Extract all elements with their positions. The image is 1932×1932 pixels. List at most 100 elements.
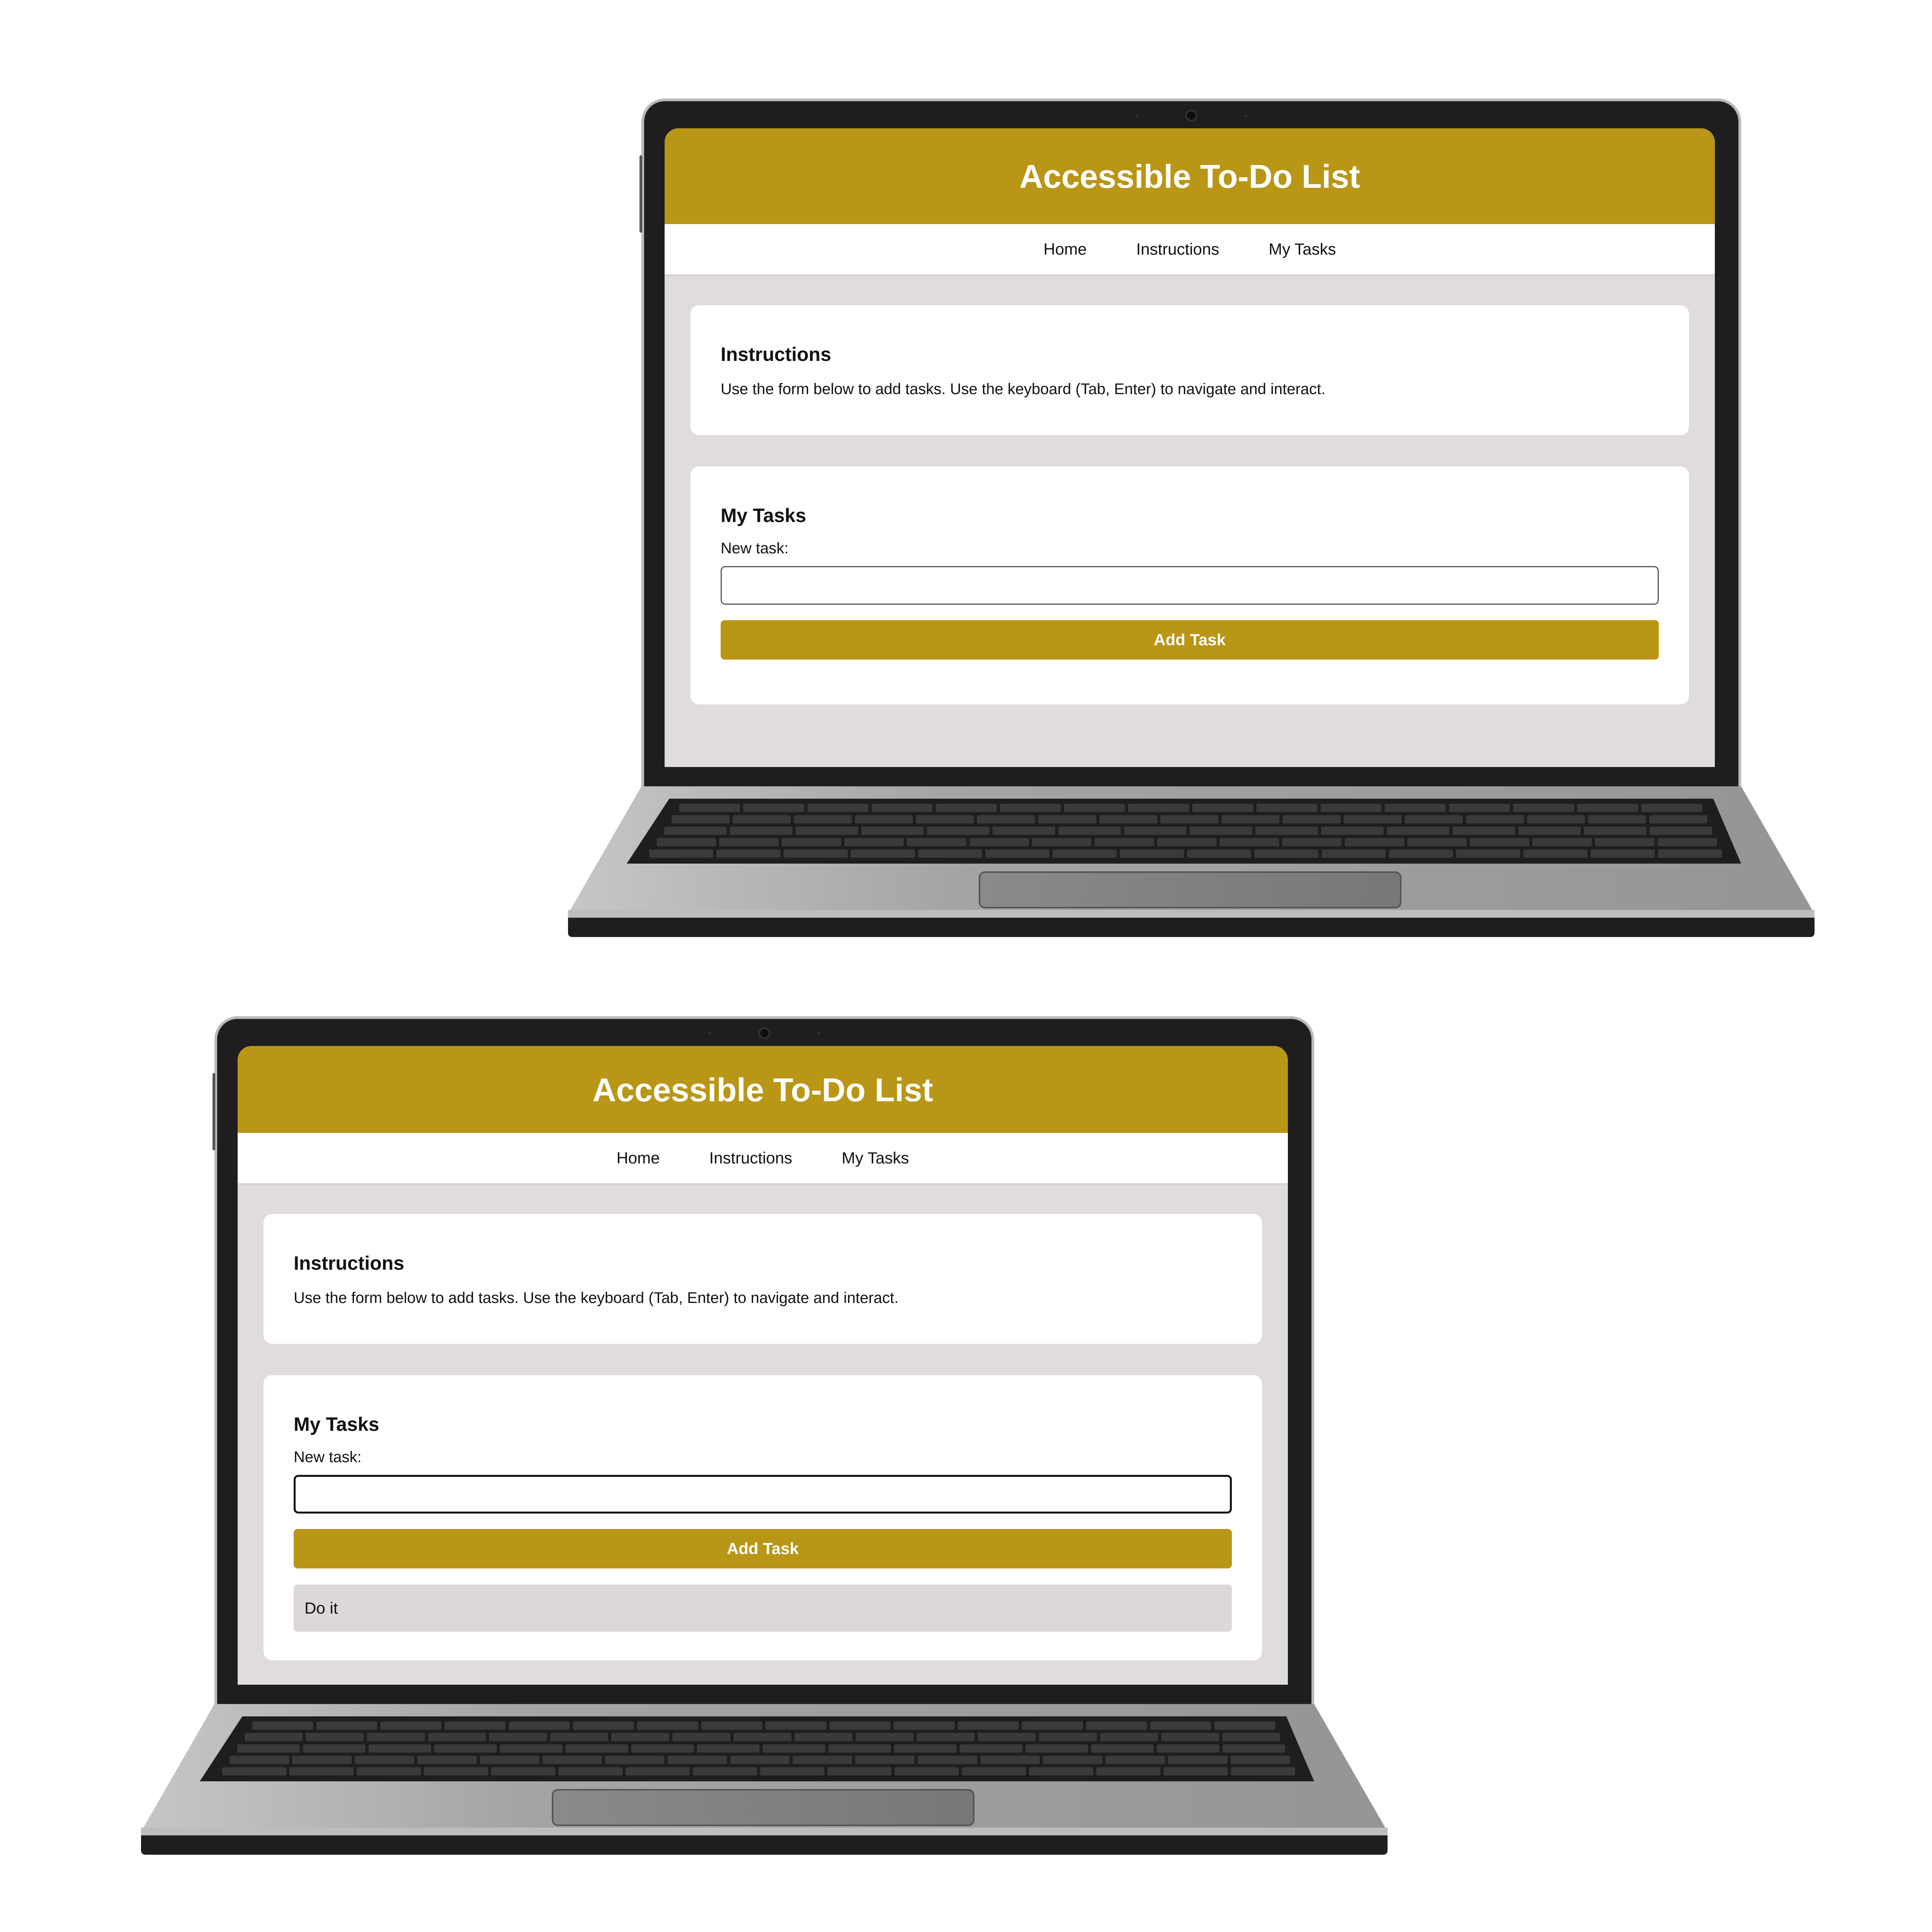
keyboard-key — [1094, 838, 1154, 847]
base-front-edge — [141, 1835, 1388, 1855]
tasks-card: My Tasks New task: Add Task Do it — [264, 1375, 1262, 1660]
keyboard-key — [1389, 849, 1453, 858]
nav-link-home[interactable]: Home — [616, 1149, 660, 1167]
laptop-base — [568, 786, 1815, 937]
nav-link-my-tasks[interactable]: My Tasks — [842, 1149, 909, 1167]
task-item[interactable]: Do it — [294, 1585, 1232, 1632]
keyboard-key — [959, 1744, 1022, 1753]
keyboard-key — [795, 827, 858, 835]
nav-link-my-tasks[interactable]: My Tasks — [1269, 240, 1336, 259]
keyboard-key — [1156, 1744, 1219, 1753]
keyboard-key — [918, 849, 983, 858]
keyboard-key — [230, 1755, 289, 1764]
keyboard-key — [1168, 1755, 1228, 1764]
tasks-heading: My Tasks — [294, 1413, 379, 1435]
keyboard-key — [1255, 827, 1318, 835]
keyboard-key — [252, 1721, 313, 1730]
keyboard-key — [565, 1744, 628, 1753]
keyboard-key — [1230, 1755, 1290, 1764]
keyboard-key — [693, 1767, 757, 1776]
keyboard-key — [491, 1767, 556, 1776]
keyboard-key — [1025, 1744, 1088, 1753]
keyboard-key — [1124, 827, 1187, 835]
side-button — [213, 1073, 215, 1150]
keyboard-key — [807, 804, 869, 812]
keyboard-key — [611, 1733, 669, 1742]
keyboard-key — [1086, 1721, 1147, 1730]
nav-link-instructions[interactable]: Instructions — [709, 1149, 793, 1167]
keyboard-key — [656, 838, 716, 847]
keyboard-key — [829, 1721, 891, 1730]
add-task-button[interactable]: Add Task — [721, 620, 1659, 660]
keyboard-key — [969, 838, 1029, 847]
keyboard-key — [1163, 1767, 1228, 1776]
keyboard-key — [380, 1721, 442, 1730]
keyboard-key — [861, 827, 924, 835]
nav-link-instructions[interactable]: Instructions — [1136, 240, 1219, 259]
keyboard-key — [1256, 804, 1318, 812]
instructions-heading: Instructions — [721, 344, 832, 365]
keyboard-key — [1518, 827, 1581, 835]
keyboard-key — [918, 1755, 978, 1764]
keyboard-key — [542, 1755, 602, 1764]
keyboard-key — [509, 1721, 570, 1730]
keyboard-key — [1590, 849, 1655, 858]
keyboard-key — [1407, 838, 1467, 847]
base-front-edge — [568, 918, 1815, 937]
keyboard-key — [916, 815, 974, 824]
add-task-button[interactable]: Add Task — [294, 1529, 1232, 1568]
keyboard-key — [1157, 838, 1217, 847]
bezel-bottom — [641, 767, 1741, 786]
keyboard-key — [871, 804, 933, 812]
keyboard-key — [978, 1733, 1036, 1742]
keyboard-key — [906, 838, 966, 847]
keyboard-key — [1058, 827, 1121, 835]
keyboard-key — [992, 827, 1055, 835]
keyboard-key — [844, 838, 904, 847]
keyboard-key — [1105, 1755, 1165, 1764]
keyboard-key — [1064, 804, 1125, 812]
keyboard-key — [733, 815, 791, 824]
nav-link-home[interactable]: Home — [1043, 240, 1087, 259]
app-title: Accessible To-Do List — [1019, 158, 1360, 195]
keyboard-key — [550, 1733, 608, 1742]
keyboard-key — [1091, 1744, 1154, 1753]
new-task-input[interactable] — [721, 566, 1659, 605]
app-title: Accessible To-Do List — [592, 1071, 933, 1109]
keyboard-key — [935, 804, 997, 812]
keyboard-key — [1470, 838, 1529, 847]
new-task-input[interactable] — [294, 1475, 1232, 1514]
keyboard-key — [367, 1733, 425, 1742]
keyboard-key — [1214, 1721, 1276, 1730]
keyboard-key — [428, 1733, 486, 1742]
keyboard-key — [1452, 827, 1515, 835]
app-header: Accessible To-Do List — [238, 1046, 1288, 1133]
keyboard-key — [480, 1755, 539, 1764]
keyboard-key — [1513, 804, 1574, 812]
keyboard-key — [917, 1733, 975, 1742]
keyboard-key — [701, 1721, 762, 1730]
keyboard-key — [672, 815, 730, 824]
sensor-right — [1245, 114, 1247, 117]
keyboard-key — [1321, 827, 1384, 835]
keyboard-key — [303, 1744, 366, 1753]
keyboard-key — [1120, 849, 1184, 858]
keyboard-key — [1222, 1744, 1285, 1753]
keyboard-key — [1221, 815, 1280, 824]
keyboard-key — [743, 804, 804, 812]
keyboard-key — [794, 1733, 853, 1742]
keyboard-key — [851, 849, 915, 858]
keyboard-key — [626, 1767, 690, 1776]
tasks-heading: My Tasks — [721, 505, 806, 526]
keyboard-key — [1032, 838, 1092, 847]
keyboard-key — [1344, 815, 1402, 824]
keyboard-key — [1096, 1767, 1161, 1776]
keyboard-key — [1532, 838, 1592, 847]
stage: Accessible To-Do List Home Instructions … — [0, 0, 1932, 1932]
keyboard-key — [793, 1755, 852, 1764]
screen: Accessible To-Do List Home Instructions … — [238, 1046, 1288, 1687]
keyboard-key — [316, 1721, 378, 1730]
keyboard-key — [424, 1767, 488, 1776]
keyboard-key — [782, 838, 841, 847]
new-task-label: New task: — [721, 540, 789, 557]
